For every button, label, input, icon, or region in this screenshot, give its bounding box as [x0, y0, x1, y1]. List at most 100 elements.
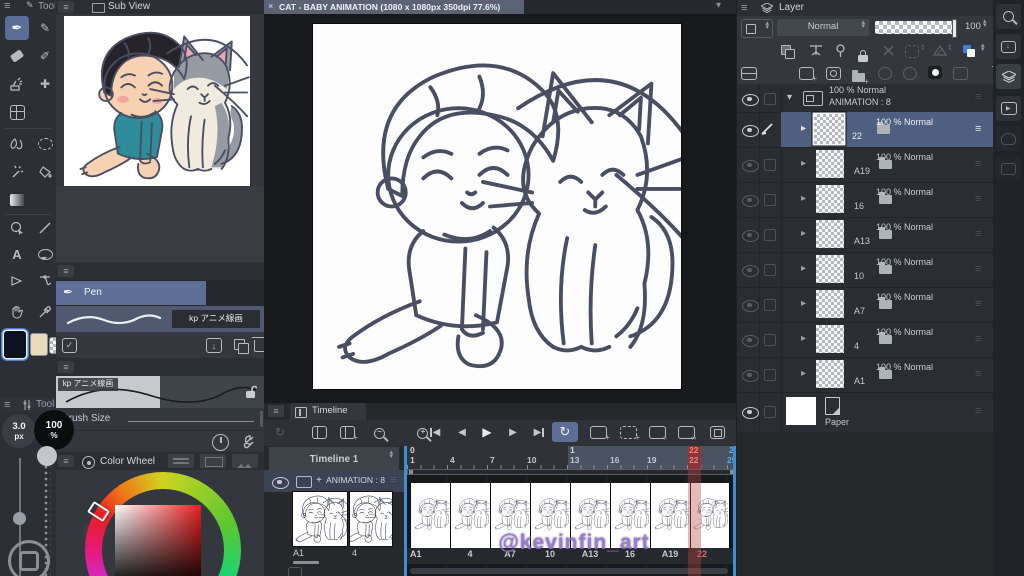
apply-mask-icon[interactable] — [953, 67, 968, 80]
new-cel-icon[interactable]: + — [620, 426, 637, 439]
subview-menu-icon[interactable]: ≡ — [58, 1, 74, 13]
expand-chevron[interactable]: ▸ — [801, 228, 806, 239]
layer-row-selected[interactable]: ▸ 100 % Normal 22 ≡ — [737, 112, 994, 148]
brush-size-badge[interactable]: 3.0 px — [2, 414, 36, 448]
layer-menu-icon[interactable]: ≡ — [741, 2, 747, 14]
object-tool[interactable] — [5, 216, 29, 240]
dock-cel-icon[interactable] — [996, 126, 1021, 151]
prev-frame-button[interactable]: ◀ — [453, 424, 471, 440]
expand-chevron[interactable]: ▸ — [801, 333, 806, 344]
pencil-tool[interactable]: ✎ — [33, 16, 57, 40]
quick-access-icon[interactable] — [8, 540, 50, 576]
row-menu-icon[interactable]: ≡ — [975, 298, 981, 310]
expand-chevron[interactable]: ▸ — [801, 123, 806, 134]
layer-checkbox[interactable] — [764, 194, 776, 206]
close-tab-icon[interactable]: × — [268, 1, 273, 11]
decoration-tool[interactable]: ✚ — [33, 72, 57, 96]
tool-property-menu-icon[interactable]: ≡ — [58, 361, 74, 373]
unlock-icon[interactable] — [244, 385, 257, 399]
new-vector-layer-icon[interactable] — [826, 67, 841, 80]
row-menu-icon[interactable]: ≡ — [975, 91, 981, 103]
layer-type-widget[interactable]: ▴▾ — [741, 19, 773, 38]
layer-row[interactable]: ▸ 100 % Normal A19 ≡ — [737, 147, 994, 183]
dock-navigator-icon[interactable]: ↓ — [996, 34, 1021, 59]
visibility-eye-icon[interactable] — [742, 265, 759, 277]
new-animation-folder-icon[interactable]: + — [590, 426, 607, 439]
layer-row[interactable]: ▸ 100 % Normal A13 ≡ — [737, 217, 994, 253]
brush-size-row[interactable]: Brush Size — [56, 408, 264, 430]
subtool-item-pen[interactable]: ✒ Pen — [56, 281, 206, 305]
subtool-check-icon[interactable]: ✓ — [62, 338, 77, 353]
row-menu-icon[interactable]: ≡ — [975, 123, 981, 135]
brush-hud-menu-icon[interactable]: ≡ — [4, 399, 10, 411]
expand-chevron[interactable]: ▸ — [801, 298, 806, 309]
brush-opacity-slider-handle[interactable] — [37, 446, 57, 466]
layer-checkbox[interactable] — [764, 93, 776, 105]
eraser-tool[interactable] — [5, 44, 29, 68]
loop-playback-button[interactable]: ↻ — [552, 422, 578, 442]
layer-row[interactable]: ▸ 100 % Normal A1 ≡ — [737, 357, 994, 393]
skip-start-button[interactable]: ◀ — [426, 424, 444, 440]
selection-spinner[interactable]: ▴▾ — [921, 44, 925, 52]
polyline-tool[interactable] — [5, 268, 29, 292]
layer-thumbnail[interactable] — [816, 220, 844, 248]
layer-color-spinner[interactable]: ▴▾ — [981, 44, 985, 52]
hand-tool[interactable] — [5, 300, 29, 324]
main-color-swatch[interactable] — [4, 331, 26, 358]
layer-checkbox[interactable] — [764, 299, 776, 311]
timeline-h-scrollbar[interactable] — [410, 568, 728, 574]
cel-link-icon[interactable]: ∞ — [678, 426, 695, 439]
layer-checkbox[interactable] — [764, 229, 776, 241]
selection-lasso-tool[interactable] — [33, 132, 57, 156]
panel-scrollbar[interactable] — [260, 411, 263, 427]
magic-wand-tool[interactable] — [5, 160, 29, 184]
visibility-eye-icon[interactable] — [742, 300, 759, 312]
timeline-panel-icon[interactable] — [312, 426, 327, 439]
track-add-icon[interactable]: + — [316, 475, 322, 486]
brush-size-slider-handle[interactable] — [13, 512, 26, 525]
brush-tool[interactable]: ✐ — [33, 44, 57, 68]
layer-thumbnail[interactable] — [816, 325, 844, 353]
blend-mode-select[interactable]: Normal ▴▾ — [777, 19, 869, 36]
layer-checkbox[interactable] — [764, 264, 776, 276]
duplicate-subtool-icon[interactable] — [234, 339, 245, 350]
visibility-eye-icon[interactable] — [742, 370, 759, 382]
eyedropper-tool[interactable] — [33, 300, 57, 324]
airbrush-tool[interactable] — [5, 72, 29, 96]
fill-tool[interactable] — [33, 160, 57, 184]
layer-row[interactable]: ▸ 100 % Normal 16 ≡ — [737, 182, 994, 218]
visibility-eye-icon[interactable] — [742, 230, 759, 242]
layer-row[interactable]: ▸ 100 % Normal A7 ≡ — [737, 287, 994, 323]
lock-layer-icon[interactable] — [858, 55, 868, 62]
expand-chevron[interactable]: ▸ — [801, 193, 806, 204]
left-cel-thumb[interactable] — [350, 492, 392, 546]
expand-chevron[interactable]: ▸ — [801, 158, 806, 169]
layer-thumbnail[interactable] — [816, 290, 844, 318]
timeline-dim-icon[interactable]: ↻ — [272, 424, 288, 440]
visibility-eye-icon[interactable] — [742, 407, 759, 419]
brush-opacity-badge[interactable]: 100 % — [34, 410, 74, 450]
collapse-chevron[interactable]: ▾ — [787, 92, 792, 103]
visibility-eye-icon[interactable] — [742, 335, 759, 347]
layer-mask-icon[interactable] — [928, 66, 942, 79]
layer-thumbnail[interactable] — [816, 360, 844, 388]
dock-subview-icon[interactable] — [996, 4, 1021, 29]
opacity-spinner[interactable]: ▴▾ — [983, 20, 987, 28]
visibility-eye-icon[interactable] — [742, 160, 759, 172]
layer-color-icon[interactable] — [963, 45, 971, 53]
playhead-column[interactable] — [688, 469, 701, 576]
text-tool[interactable]: A — [5, 242, 29, 266]
layer-checkbox[interactable] — [764, 159, 776, 171]
color-mixing-tab-icon[interactable] — [232, 454, 258, 468]
play-button[interactable]: ▶ — [478, 423, 496, 441]
frame-border-tool[interactable] — [5, 100, 29, 124]
timeline-track-area[interactable]: A1 4 A7 10 A13 16 A19 22 — [407, 475, 736, 576]
document-tab[interactable]: × CAT - BABY ANIMATION (1080 x 1080px 35… — [264, 0, 524, 14]
timeline-panel-add-icon[interactable]: + — [340, 426, 355, 439]
sub-color-swatch[interactable] — [31, 334, 47, 355]
next-frame-button[interactable]: ▶ — [504, 424, 522, 440]
ruler-pin-icon[interactable] — [835, 44, 846, 58]
row-menu-icon[interactable]: ≡ — [975, 368, 981, 380]
correct-line-tool[interactable] — [33, 268, 57, 292]
convert-layer-icon[interactable] — [933, 44, 947, 57]
